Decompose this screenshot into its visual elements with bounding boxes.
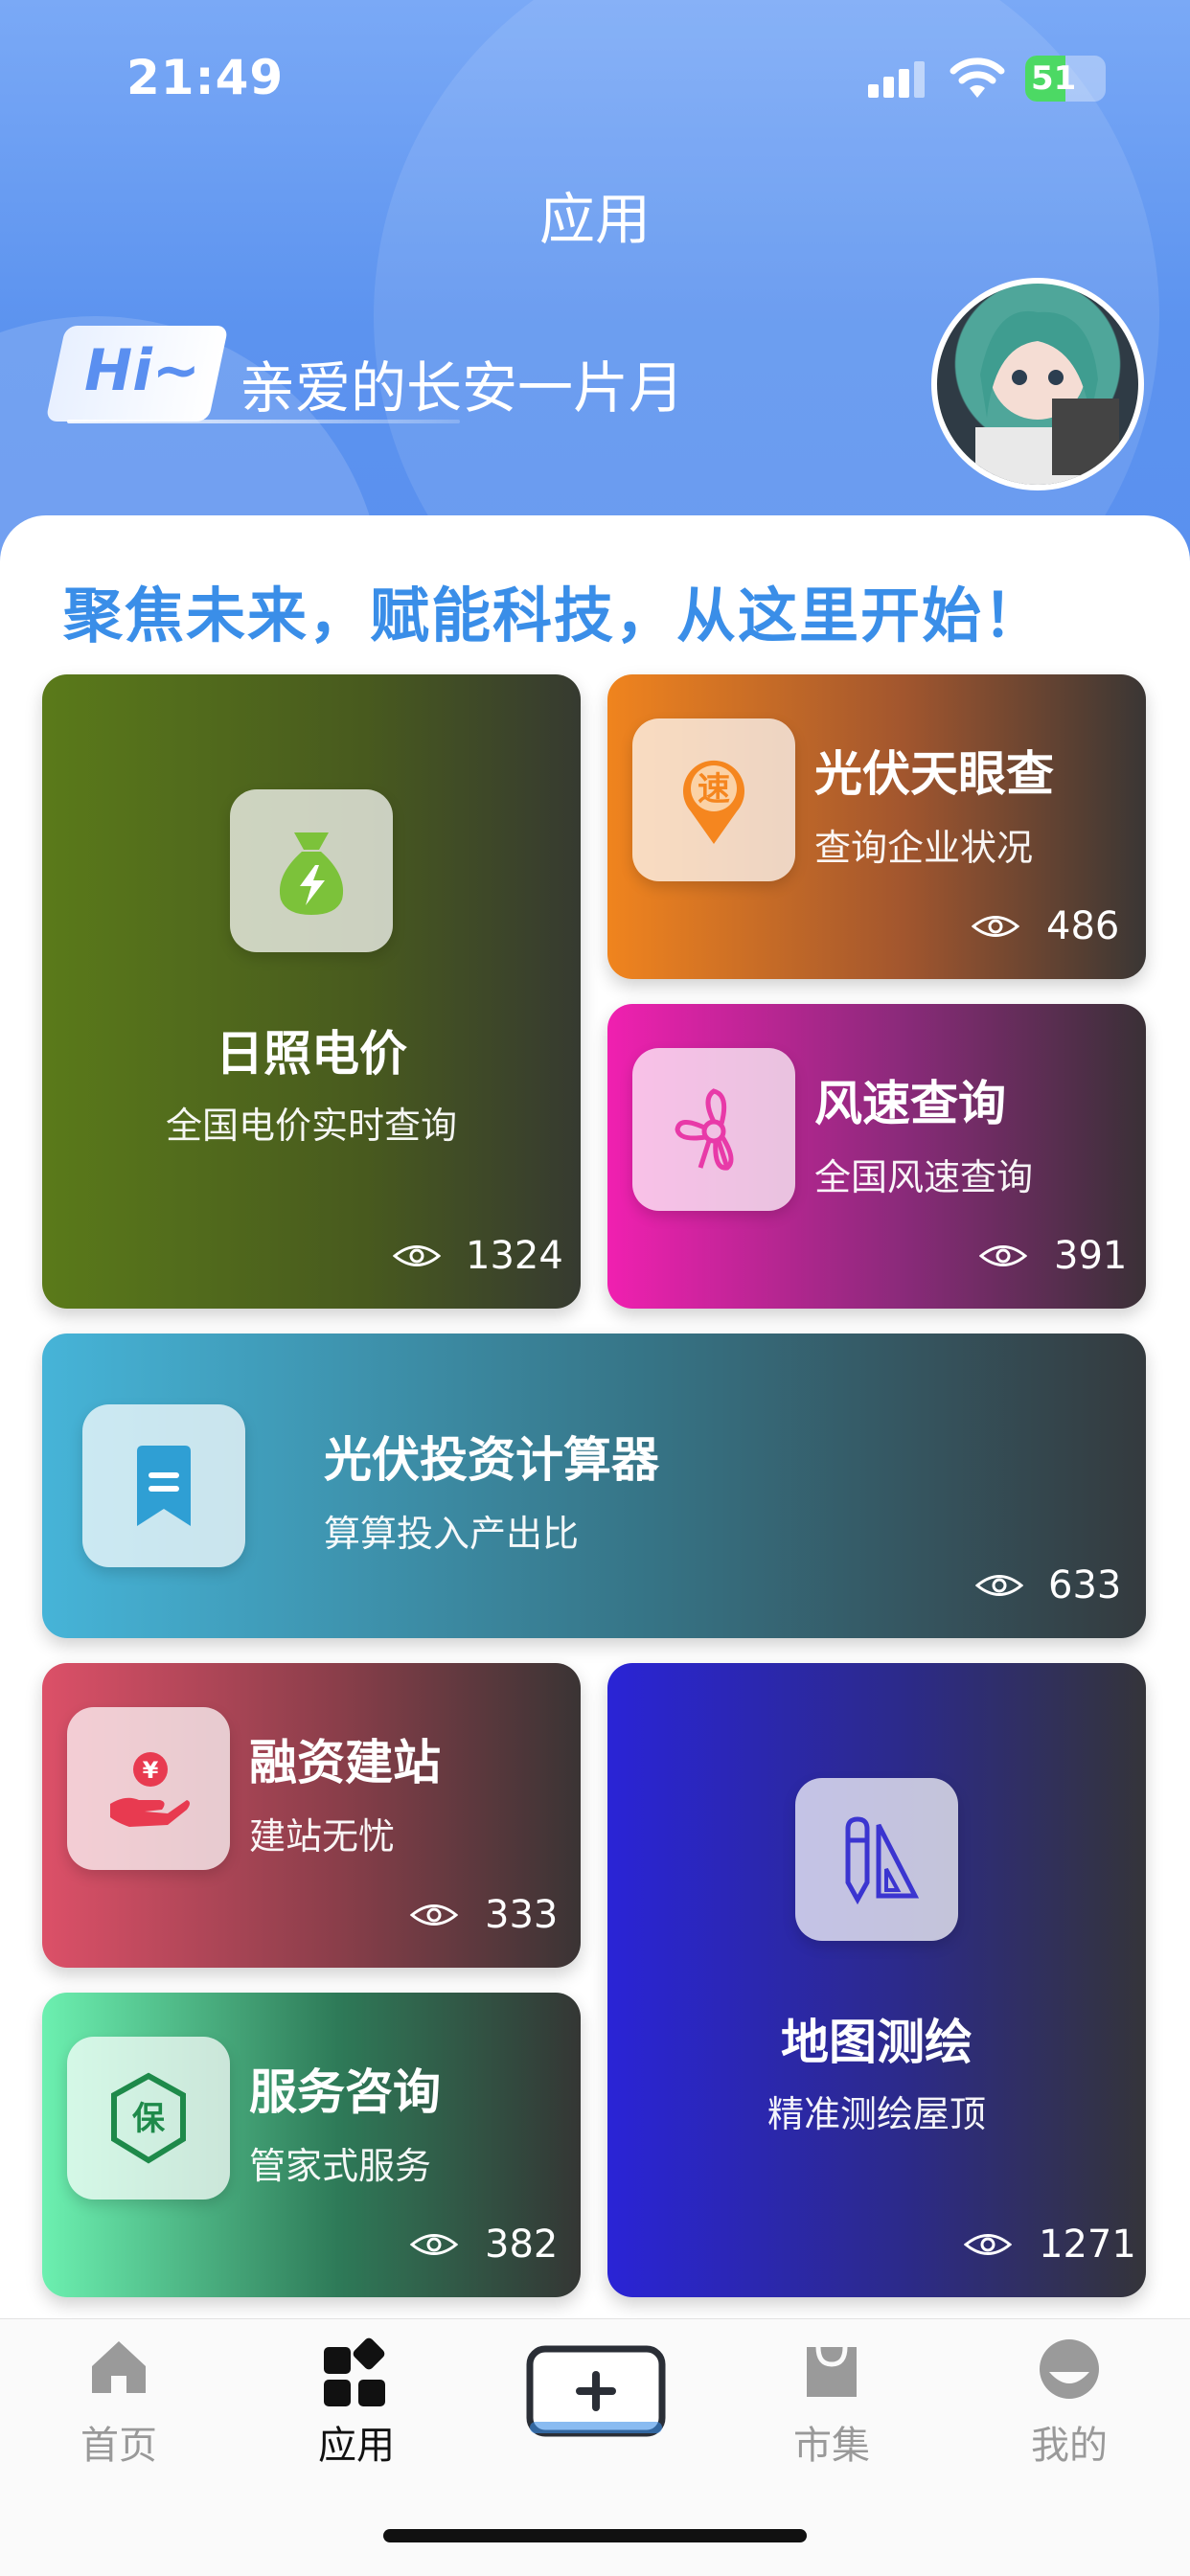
status-bar: 21:49 51 [0, 0, 1190, 153]
card-title: 风速查询 [814, 1076, 1006, 1131]
battery-icon: 51 [1025, 56, 1106, 102]
card-title: 光伏天眼查 [814, 746, 1054, 802]
eye-icon [964, 2234, 1012, 2255]
bookmark-icon-box [82, 1404, 245, 1567]
money-bag-icon [279, 832, 344, 915]
bag-icon [807, 2346, 857, 2397]
view-count: 391 [1054, 1234, 1128, 1278]
page-title: 应用 [538, 187, 651, 252]
shield-bao-icon: 保 [111, 2072, 186, 2164]
card-service[interactable]: 保 服务咨询 管家式服务 382 [42, 1993, 581, 2297]
plus-icon [526, 2345, 666, 2437]
eye-icon [393, 1245, 441, 1266]
card-financing[interactable]: ¥ 融资建站 建站无忧 333 [42, 1663, 581, 1968]
card-subtitle: 管家式服务 [249, 2145, 432, 2187]
home-indicator [383, 2529, 807, 2542]
card-subtitle: 全国电价实时查询 [165, 1105, 457, 1147]
card-subtitle: 算算投入产出比 [324, 1513, 580, 1555]
tab-market[interactable] [736, 2337, 927, 2405]
card-subtitle: 建站无忧 [249, 1815, 396, 1858]
greeting-underline [67, 420, 460, 423]
card-pv-lookup[interactable]: 速 光伏天眼查 查询企业状况 486 [607, 674, 1146, 979]
view-count: 486 [1046, 904, 1120, 948]
card-wind-speed[interactable]: 风速查询 全国风速查询 391 [607, 1004, 1146, 1309]
card-subtitle: 精准测绘屋顶 [767, 2093, 986, 2135]
money-bag-icon-box [230, 789, 393, 952]
card-title: 日照电价 [216, 1026, 407, 1082]
status-time: 21:49 [126, 50, 285, 105]
eye-icon [972, 916, 1019, 937]
yen-hand-icon-box: ¥ [67, 1707, 230, 1870]
view-count: 633 [1048, 1563, 1122, 1607]
card-title: 光伏投资计算器 [324, 1432, 659, 1488]
svg-text:保: 保 [132, 2100, 166, 2138]
profile-icon [1040, 2339, 1099, 2399]
slogan: 聚焦未来，赋能科技，从这里开始！ [63, 581, 1045, 650]
yen-hand-icon: ¥ [110, 1752, 190, 1827]
card-title: 融资建站 [249, 1735, 441, 1790]
cellular-signal-icon [868, 59, 927, 98]
card-title: 地图测绘 [781, 2015, 973, 2070]
apps-icon [324, 2337, 385, 2406]
tab-market-label: 市集 [793, 2424, 870, 2468]
tab-profile-label: 我的 [1031, 2424, 1108, 2468]
wifi-icon [950, 57, 1005, 98]
card-subtitle: 查询企业状况 [814, 827, 1034, 869]
card-title: 服务咨询 [249, 2064, 441, 2120]
tab-home-label: 首页 [80, 2424, 157, 2468]
card-subtitle: 全国风速查询 [814, 1156, 1034, 1198]
speed-pin-icon-box: 速 [632, 718, 795, 881]
shield-bao-icon-box: 保 [67, 2037, 230, 2200]
speed-pin-icon: 速 [683, 760, 744, 844]
eye-icon [410, 1904, 458, 1926]
eye-icon [410, 2234, 458, 2255]
card-map-survey[interactable]: 地图测绘 精准测绘屋顶 1271 [607, 1663, 1146, 2297]
bookmark-icon [137, 1446, 191, 1526]
view-count: 1324 [466, 1234, 563, 1278]
fan-icon-box [632, 1048, 795, 1211]
svg-text:速: 速 [698, 770, 730, 809]
tab-profile[interactable] [973, 2337, 1165, 2405]
eye-icon [975, 1575, 1023, 1596]
view-count: 1271 [1039, 2223, 1136, 2267]
hi-label: Hi~ [84, 337, 201, 404]
fan-icon [675, 1088, 734, 1171]
card-solar-price[interactable]: 日照电价 全国电价实时查询 1324 [42, 674, 581, 1309]
avatar[interactable] [931, 278, 1144, 490]
tab-home[interactable] [23, 2337, 215, 2399]
pencil-ruler-icon-box [795, 1778, 958, 1941]
greeting-text: 亲爱的长安一片月 [240, 355, 685, 421]
tab-apps[interactable] [261, 2337, 452, 2410]
view-count: 382 [485, 2223, 559, 2267]
pencil-ruler-icon [845, 1816, 920, 1905]
card-pv-calculator[interactable]: 光伏投资计算器 算算投入产出比 633 [42, 1334, 1146, 1638]
home-icon [92, 2341, 146, 2393]
view-count: 333 [485, 1893, 559, 1937]
tab-add[interactable] [500, 2345, 692, 2441]
tab-apps-label: 应用 [318, 2424, 395, 2468]
battery-level: 51 [1031, 59, 1077, 98]
svg-text:¥: ¥ [143, 1757, 159, 1784]
eye-icon [979, 1245, 1027, 1266]
